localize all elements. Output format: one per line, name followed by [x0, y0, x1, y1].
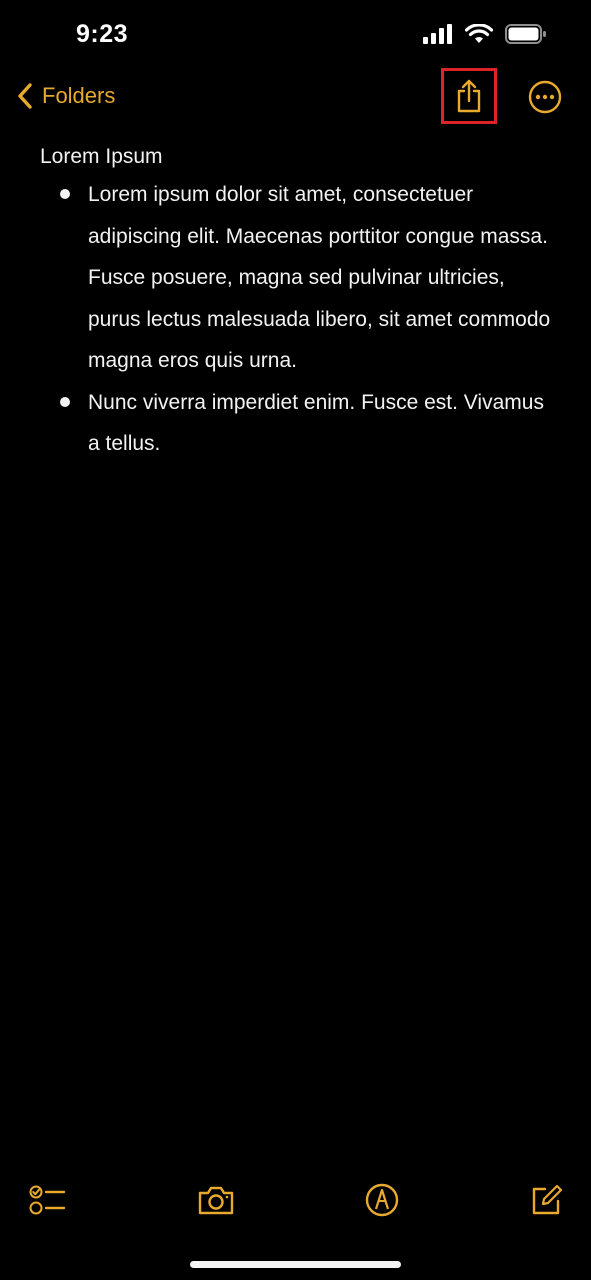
compose-button[interactable] [526, 1180, 566, 1220]
wifi-icon [465, 24, 493, 43]
ellipsis-circle-icon [528, 80, 562, 114]
bottom-toolbar [0, 1180, 591, 1230]
back-button[interactable]: Folders [16, 78, 115, 114]
camera-icon [198, 1186, 234, 1215]
list-item: Lorem ipsum dolor sit amet, consectetuer… [40, 174, 560, 382]
share-icon [457, 79, 481, 113]
status-bar: 9:23 [0, 0, 591, 72]
checklist-icon [29, 1185, 66, 1215]
compose-icon [532, 1184, 563, 1215]
list-item: Nunc viverra imperdiet enim. Fusce est. … [40, 382, 560, 465]
status-time: 9:23 [76, 20, 129, 48]
checklist-button[interactable] [28, 1180, 68, 1220]
back-label: Folders [42, 83, 116, 108]
status-icons [423, 24, 547, 44]
share-button[interactable] [441, 68, 497, 124]
list-item-text: Nunc viverra imperdiet enim. Fusce est. … [88, 390, 544, 456]
cellular-signal-icon [423, 24, 452, 44]
note-body[interactable]: Lorem Ipsum Lorem ipsum dolor sit amet, … [40, 140, 560, 465]
note-title: Lorem Ipsum [40, 145, 163, 168]
list-item-text: Lorem ipsum dolor sit amet, consectetuer… [88, 183, 551, 372]
markup-button[interactable] [362, 1180, 402, 1220]
note-bullet-list: Lorem ipsum dolor sit amet, consectetuer… [40, 174, 560, 465]
battery-icon [505, 24, 546, 44]
markup-pen-icon [365, 1183, 399, 1217]
nav-bar: Folders [0, 68, 591, 126]
bullet-icon [60, 189, 70, 199]
camera-button[interactable] [196, 1180, 236, 1220]
home-indicator[interactable] [190, 1261, 401, 1268]
chevron-left-icon [18, 83, 32, 109]
more-options-button[interactable] [528, 80, 562, 114]
bullet-icon [60, 396, 70, 407]
